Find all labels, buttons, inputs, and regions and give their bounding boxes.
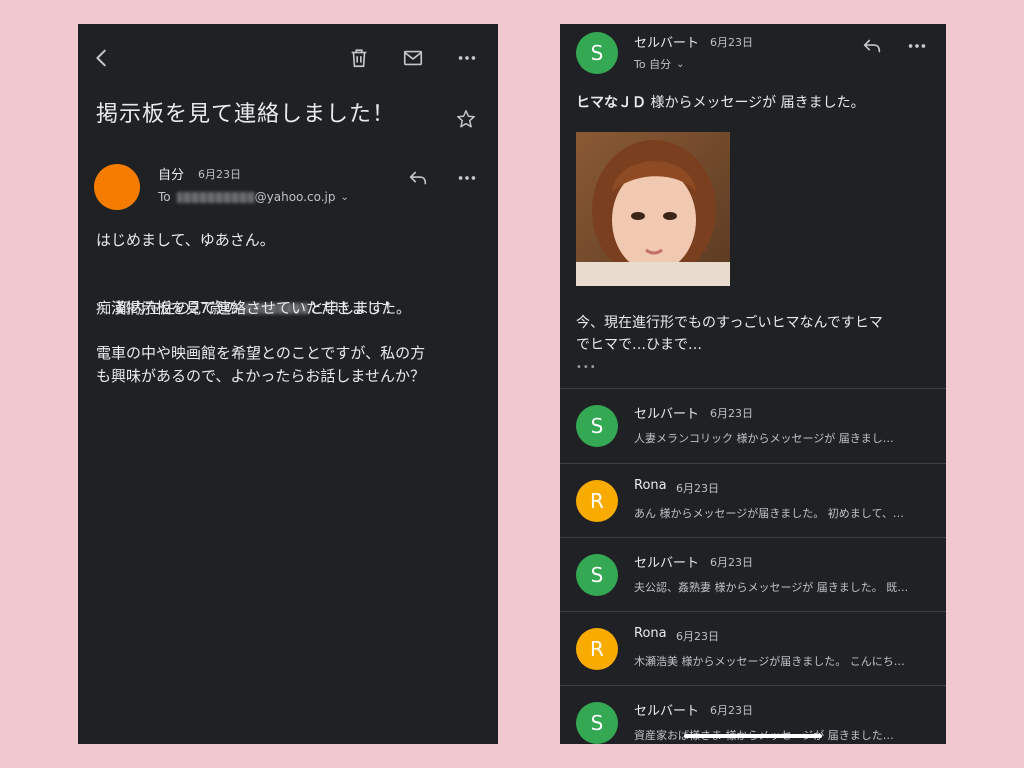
email-view-right: S セルバート 6月23日 To 自分 ⌄ ヒマなＪＤ 様からメッセージが 届き…	[560, 24, 946, 744]
avatar: S	[576, 405, 618, 447]
message-body: 今、現在進行形でものすっごいヒマなんですヒマ でヒマで…ひまで…	[576, 315, 883, 353]
more-icon[interactable]	[453, 164, 481, 192]
show-trimmed-content-button[interactable]: •••	[576, 362, 597, 373]
email-subject: 掲示板を見て連絡しました！	[96, 102, 396, 127]
thread-preview: あん 様からメッセージが届きました。 初めまして、…	[634, 507, 904, 520]
more-icon[interactable]	[903, 32, 931, 60]
body-request: 電車の中や映画館を希望とのことですが、私の方 も興味があるので、よかったらお話し…	[96, 344, 426, 385]
thread-item[interactable]: R Rona 6月23日 木瀬浩美 様からメッセージが届きました。 こんにち…	[560, 612, 946, 686]
to-prefix: To	[158, 190, 171, 204]
thread-sender: セルバート	[634, 407, 700, 422]
thread-item[interactable]: S セルバート 6月23日 夫公認、姦熟妻 様からメッセージが 届きました。 既…	[560, 538, 946, 612]
avatar: S	[576, 702, 618, 744]
redacted-email	[176, 191, 255, 203]
sender-date: 6月23日	[198, 168, 241, 181]
recipient-line[interactable]: To 自分 ⌄	[634, 56, 684, 72]
thread-preview: 人妻メランコリック 様からメッセージが 届きまし…	[634, 432, 894, 445]
trash-icon[interactable]	[345, 44, 373, 72]
recipient: To 自分	[634, 58, 672, 71]
thread-item[interactable]: R Rona 6月23日 あん 様からメッセージが届きました。 初めまして、…	[560, 464, 946, 538]
body-greeting: はじめまして、ゆあさん。	[96, 231, 275, 249]
message-headline: ヒマなＪＤ 様からメッセージが 届きました。	[576, 95, 865, 111]
sender-name: セルバート	[634, 36, 700, 51]
thread-sender: Rona	[634, 626, 667, 641]
sender-name: 自分	[158, 168, 185, 183]
chevron-down-icon: ⌄	[340, 191, 349, 203]
thread-preview: 木瀬浩美 様からメッセージが届きました。 こんにち…	[634, 655, 905, 668]
back-arrow-icon[interactable]	[88, 44, 116, 72]
thread-date: 6月23日	[676, 630, 719, 643]
thread-date: 6月23日	[710, 407, 753, 420]
more-icon[interactable]	[453, 44, 481, 72]
star-icon[interactable]	[452, 105, 480, 133]
thread-item[interactable]: S セルバート 6月23日 人妻メランコリック 様からメッセージが 届きまし…	[560, 389, 946, 463]
thread-date: 6月23日	[676, 482, 719, 495]
thread-preview: 夫公認、姦熟妻 様からメッセージが 届きました。 既…	[634, 581, 909, 594]
sender-avatar	[94, 164, 140, 210]
thread-date: 6月23日	[710, 556, 753, 569]
recipient-domain: @yahoo.co.jp	[254, 190, 336, 204]
chevron-down-icon: ⌄	[676, 58, 685, 70]
sender-date: 6月23日	[710, 36, 753, 49]
thread-date: 6月23日	[710, 704, 753, 717]
sender-avatar: S	[576, 32, 618, 74]
home-indicator[interactable]	[684, 734, 822, 738]
thread-sender: セルバート	[634, 704, 700, 719]
avatar: R	[576, 628, 618, 670]
recipient-line[interactable]: To @yahoo.co.jp ⌄	[158, 190, 349, 204]
thread-sender: セルバート	[634, 556, 700, 571]
avatar: R	[576, 480, 618, 522]
profile-photo	[576, 132, 730, 286]
email-view-left: 掲示板を見て連絡しました！ 自分 6月23日 To @yahoo.co.jp ⌄…	[78, 24, 498, 744]
body-intro-line2: 痴漢掲示板を見て連絡させていただきました。	[96, 299, 412, 317]
avatar: S	[576, 554, 618, 596]
reply-icon[interactable]	[404, 164, 432, 192]
mail-icon[interactable]	[399, 44, 427, 72]
thread-sender: Rona	[634, 478, 667, 493]
reply-icon[interactable]	[858, 32, 886, 60]
